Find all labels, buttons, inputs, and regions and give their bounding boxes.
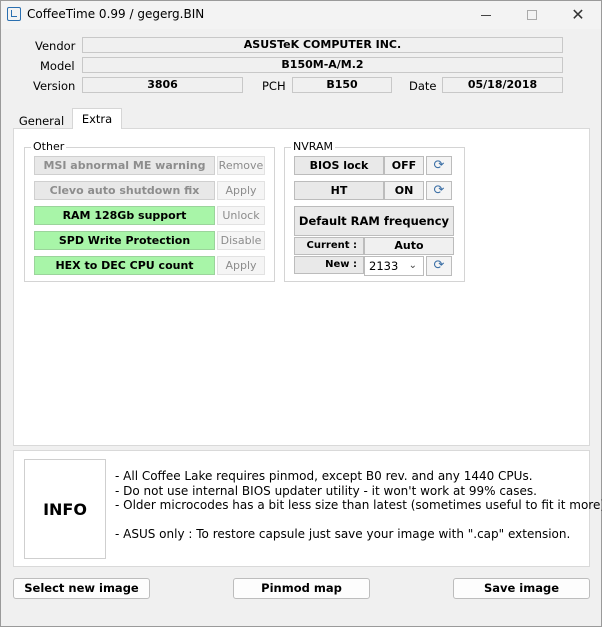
- bios-lock-refresh-button[interactable]: ⟳: [426, 156, 452, 175]
- ram-128gb-support-button[interactable]: RAM 128Gb support: [34, 206, 215, 225]
- tab-general[interactable]: General: [13, 110, 70, 129]
- extra-tab-panel: Other MSI abnormal ME warning Remove Cle…: [13, 128, 590, 446]
- date-value: 05/18/2018: [442, 77, 563, 93]
- hex-to-dec-cpu-count-button[interactable]: HEX to DEC CPU count: [34, 256, 215, 275]
- ht-refresh-button[interactable]: ⟳: [426, 181, 452, 200]
- new-label: New :: [294, 256, 364, 274]
- app-icon: [7, 7, 21, 21]
- minimize-button[interactable]: [463, 1, 509, 29]
- chevron-down-icon: ⌄: [408, 260, 417, 271]
- info-line: - ASUS only : To restore capsule just sa…: [115, 527, 571, 541]
- other-group-title: Other: [31, 140, 67, 153]
- disable-button[interactable]: Disable: [217, 231, 265, 250]
- ht-value[interactable]: ON: [384, 181, 424, 200]
- msi-me-warning-button[interactable]: MSI abnormal ME warning: [34, 156, 215, 175]
- default-ram-frequency-button[interactable]: Default RAM frequency: [294, 206, 454, 236]
- new-frequency-value: 2133: [369, 259, 399, 273]
- vendor-label: Vendor: [35, 39, 76, 53]
- clevo-shutdown-fix-button[interactable]: Clevo auto shutdown fix: [34, 181, 215, 200]
- nvram-group-title: NVRAM: [291, 140, 335, 153]
- window-title: CoffeeTime 0.99 / gegerg.BIN: [27, 7, 205, 21]
- save-image-button[interactable]: Save image: [453, 578, 590, 599]
- new-frequency-select[interactable]: 2133 ⌄: [364, 256, 424, 276]
- pch-label: PCH: [262, 79, 286, 93]
- info-line: - All Coffee Lake requires pinmod, excep…: [115, 469, 533, 483]
- other-group: Other MSI abnormal ME warning Remove Cle…: [24, 140, 275, 282]
- info-line: - Do not use internal BIOS updater utili…: [115, 483, 537, 498]
- ht-label: HT: [294, 181, 384, 200]
- select-new-image-button[interactable]: Select new image: [13, 578, 150, 599]
- info-line: [115, 513, 602, 528]
- info-line: - Older microcodes has a bit less size t…: [115, 498, 602, 512]
- refresh-icon: ⟳: [433, 158, 445, 173]
- app-window: CoffeeTime 0.99 / gegerg.BIN ✕ Vendor AS…: [0, 0, 602, 627]
- version-value: 3806: [82, 77, 243, 93]
- version-label: Version: [33, 79, 76, 93]
- model-value: B150M-A/M.2: [82, 57, 563, 73]
- maximize-button[interactable]: [509, 1, 555, 29]
- tab-extra[interactable]: Extra: [72, 108, 122, 129]
- info-panel: INFO - All Coffee Lake requires pinmod, …: [13, 450, 602, 567]
- info-text: - All Coffee Lake requires pinmod, excep…: [115, 469, 602, 542]
- remove-button[interactable]: Remove: [217, 156, 265, 175]
- current-frequency-value: Auto: [364, 237, 454, 255]
- refresh-icon: ⟳: [433, 183, 445, 198]
- pch-value: B150: [292, 77, 392, 93]
- model-label: Model: [40, 59, 75, 73]
- vendor-value: ASUSTeK COMPUTER INC.: [82, 37, 563, 53]
- spd-write-protection-button[interactable]: SPD Write Protection: [34, 231, 215, 250]
- apply-clevo-button[interactable]: Apply: [217, 181, 265, 200]
- maximize-icon: [527, 10, 537, 20]
- close-button[interactable]: ✕: [555, 1, 601, 29]
- unlock-button[interactable]: Unlock: [217, 206, 265, 225]
- pinmod-map-button[interactable]: Pinmod map: [233, 578, 370, 599]
- close-icon: ✕: [571, 5, 585, 24]
- apply-hex-button[interactable]: Apply: [217, 256, 265, 275]
- bios-lock-value[interactable]: OFF: [384, 156, 424, 175]
- current-label: Current :: [294, 237, 364, 255]
- bios-lock-label: BIOS lock: [294, 156, 384, 175]
- refresh-icon: ⟳: [433, 258, 445, 273]
- new-frequency-refresh-button[interactable]: ⟳: [426, 256, 452, 276]
- info-label: INFO: [24, 459, 106, 559]
- minimize-icon: [481, 15, 491, 16]
- title-bar[interactable]: CoffeeTime 0.99 / gegerg.BIN ✕: [1, 1, 601, 29]
- nvram-group: NVRAM BIOS lock OFF ⟳ HT ON ⟳ Default RA…: [284, 140, 465, 282]
- date-label: Date: [409, 79, 437, 93]
